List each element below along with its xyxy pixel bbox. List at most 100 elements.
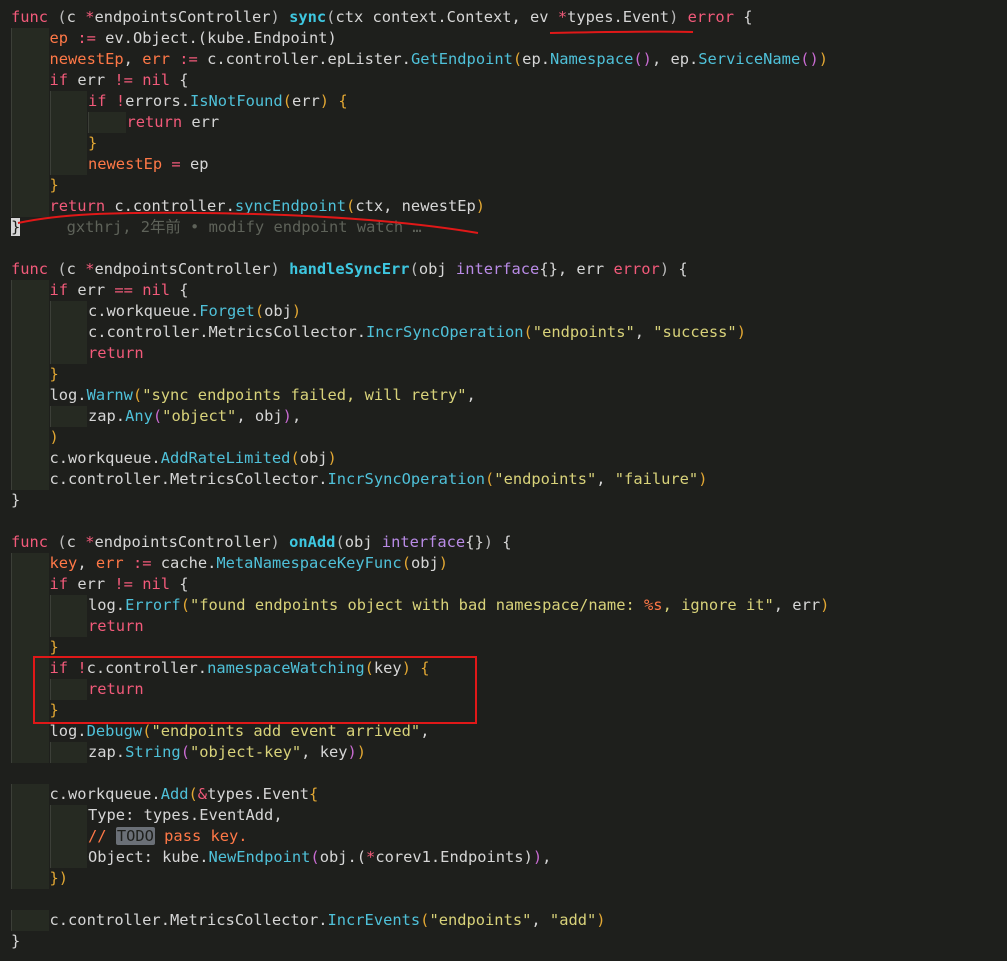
code-token: "success" bbox=[653, 323, 737, 341]
code-line[interactable]: } bbox=[0, 637, 1007, 658]
code-token: cache. bbox=[151, 554, 217, 572]
code-token: ) bbox=[49, 428, 59, 446]
code-line[interactable]: c.controller.MetricsCollector.IncrEvents… bbox=[0, 910, 1007, 931]
code-token: , bbox=[634, 323, 654, 341]
code-line[interactable]: if err != nil { bbox=[0, 70, 1007, 91]
code-text: key, err := cache.MetaNamespaceKeyFunc(o… bbox=[50, 553, 449, 574]
code-line[interactable]: log.Errorf("found endpoints object with … bbox=[0, 595, 1007, 616]
code-line[interactable]: return bbox=[0, 616, 1007, 637]
code-text: Type: types.EventAdd, bbox=[88, 805, 283, 826]
code-token: func bbox=[11, 533, 49, 551]
code-line[interactable]: // TODO pass key. bbox=[0, 826, 1007, 847]
code-line[interactable]: } bbox=[0, 700, 1007, 721]
code-line[interactable]: return err bbox=[0, 112, 1007, 133]
code-token: onAdd bbox=[289, 533, 336, 551]
code-line[interactable]: func (c *endpointsController) sync(ctx c… bbox=[0, 7, 1007, 28]
code-line[interactable]: if err == nil { bbox=[0, 280, 1007, 301]
code-token: { bbox=[309, 785, 319, 803]
code-token: "endpoints" bbox=[532, 323, 635, 341]
code-token: != bbox=[114, 575, 133, 593]
code-token: log. bbox=[88, 596, 126, 614]
code-line[interactable] bbox=[0, 238, 1007, 259]
code-line[interactable]: log.Debugw("endpoints add event arrived"… bbox=[0, 721, 1007, 742]
code-text: c.controller.MetricsCollector.IncrSyncOp… bbox=[50, 469, 708, 490]
code-line[interactable]: } bbox=[0, 175, 1007, 196]
code-token: * bbox=[557, 8, 568, 26]
code-token: obj bbox=[344, 533, 382, 551]
code-token: key bbox=[49, 554, 78, 572]
code-line[interactable]: newestEp = ep bbox=[0, 154, 1007, 175]
code-line[interactable]: func (c *endpointsController) handleSync… bbox=[0, 259, 1007, 280]
code-text: if err != nil { bbox=[50, 574, 189, 595]
code-line[interactable]: log.Warnw("sync endpoints failed, will r… bbox=[0, 385, 1007, 406]
code-token: ) bbox=[270, 533, 280, 551]
indent-guide bbox=[49, 406, 51, 427]
code-token: ( bbox=[310, 848, 320, 866]
code-line[interactable]: ep := ev.Object.(kube.Endpoint) bbox=[0, 28, 1007, 49]
code-line[interactable]: c.workqueue.Add(&types.Event{ bbox=[0, 784, 1007, 805]
indent-band bbox=[11, 301, 49, 322]
code-text: log.Warnw("sync endpoints failed, will r… bbox=[50, 385, 476, 406]
code-text: } gxthrj, 2年前 • modify endpoint watch … bbox=[11, 217, 422, 238]
code-line[interactable]: if !c.controller.namespaceWatching(key) … bbox=[0, 658, 1007, 679]
code-token: Object: kube. bbox=[88, 848, 209, 866]
code-text: zap.String("object-key", key)) bbox=[88, 742, 366, 763]
code-token: nil bbox=[142, 281, 171, 299]
code-line[interactable]: c.workqueue.Forget(obj) bbox=[0, 301, 1007, 322]
code-line[interactable]: Object: kube.NewEndpoint(obj.(*corev1.En… bbox=[0, 847, 1007, 868]
code-line[interactable]: }) bbox=[0, 868, 1007, 889]
code-line[interactable]: } bbox=[0, 490, 1007, 511]
code-token: c bbox=[66, 533, 86, 551]
code-token: nil bbox=[142, 71, 171, 89]
code-token: err bbox=[95, 554, 124, 572]
code-token: ) bbox=[270, 8, 280, 26]
code-line[interactable]: } gxthrj, 2年前 • modify endpoint watch … bbox=[0, 217, 1007, 238]
code-line[interactable]: Type: types.EventAdd, bbox=[0, 805, 1007, 826]
code-token: c.controller.MetricsCollector. bbox=[49, 470, 328, 488]
code-line[interactable]: zap.String("object-key", key)) bbox=[0, 742, 1007, 763]
code-token: corev1.Endpoints bbox=[375, 848, 524, 866]
code-line[interactable] bbox=[0, 763, 1007, 784]
code-line[interactable]: newestEp, err := c.controller.epLister.G… bbox=[0, 49, 1007, 70]
code-line[interactable]: c.workqueue.AddRateLimited(obj) bbox=[0, 448, 1007, 469]
code-token: ) bbox=[282, 407, 292, 425]
indent-guide bbox=[49, 301, 51, 322]
code-line[interactable]: return bbox=[0, 679, 1007, 700]
code-line[interactable] bbox=[0, 889, 1007, 910]
code-token: pass key. bbox=[154, 827, 248, 845]
code-token: error bbox=[687, 8, 734, 26]
indent-band bbox=[11, 406, 49, 427]
code-line[interactable]: if err != nil { bbox=[0, 574, 1007, 595]
code-token: ) bbox=[669, 8, 679, 26]
code-line[interactable]: c.controller.MetricsCollector.IncrSyncOp… bbox=[0, 469, 1007, 490]
indent-band bbox=[49, 805, 87, 826]
code-line[interactable]: return bbox=[0, 343, 1007, 364]
indent-guide bbox=[11, 910, 12, 931]
code-line[interactable]: c.controller.MetricsCollector.IncrSyncOp… bbox=[0, 322, 1007, 343]
code-token: != bbox=[114, 71, 133, 89]
code-token: error bbox=[613, 260, 660, 278]
code-line[interactable]: } bbox=[0, 931, 1007, 952]
code-line[interactable]: func (c *endpointsController) onAdd(obj … bbox=[0, 532, 1007, 553]
code-line[interactable] bbox=[0, 511, 1007, 532]
code-line[interactable]: key, err := cache.MetaNamespaceKeyFunc(o… bbox=[0, 553, 1007, 574]
indent-guide bbox=[11, 112, 12, 133]
indent-guide bbox=[11, 721, 12, 742]
code-line[interactable]: if !errors.IsNotFound(err) { bbox=[0, 91, 1007, 112]
code-token: & bbox=[197, 785, 208, 803]
code-line[interactable]: ) bbox=[0, 427, 1007, 448]
code-line[interactable]: } bbox=[0, 133, 1007, 154]
code-line[interactable]: zap.Any("object", obj), bbox=[0, 406, 1007, 427]
indent-guide bbox=[11, 595, 12, 616]
code-line[interactable]: } bbox=[0, 364, 1007, 385]
code-editor[interactable]: func (c *endpointsController) sync(ctx c… bbox=[0, 0, 1007, 961]
code-token: log. bbox=[49, 722, 87, 740]
code-line[interactable]: return c.controller.syncEndpoint(ctx, ne… bbox=[0, 196, 1007, 217]
